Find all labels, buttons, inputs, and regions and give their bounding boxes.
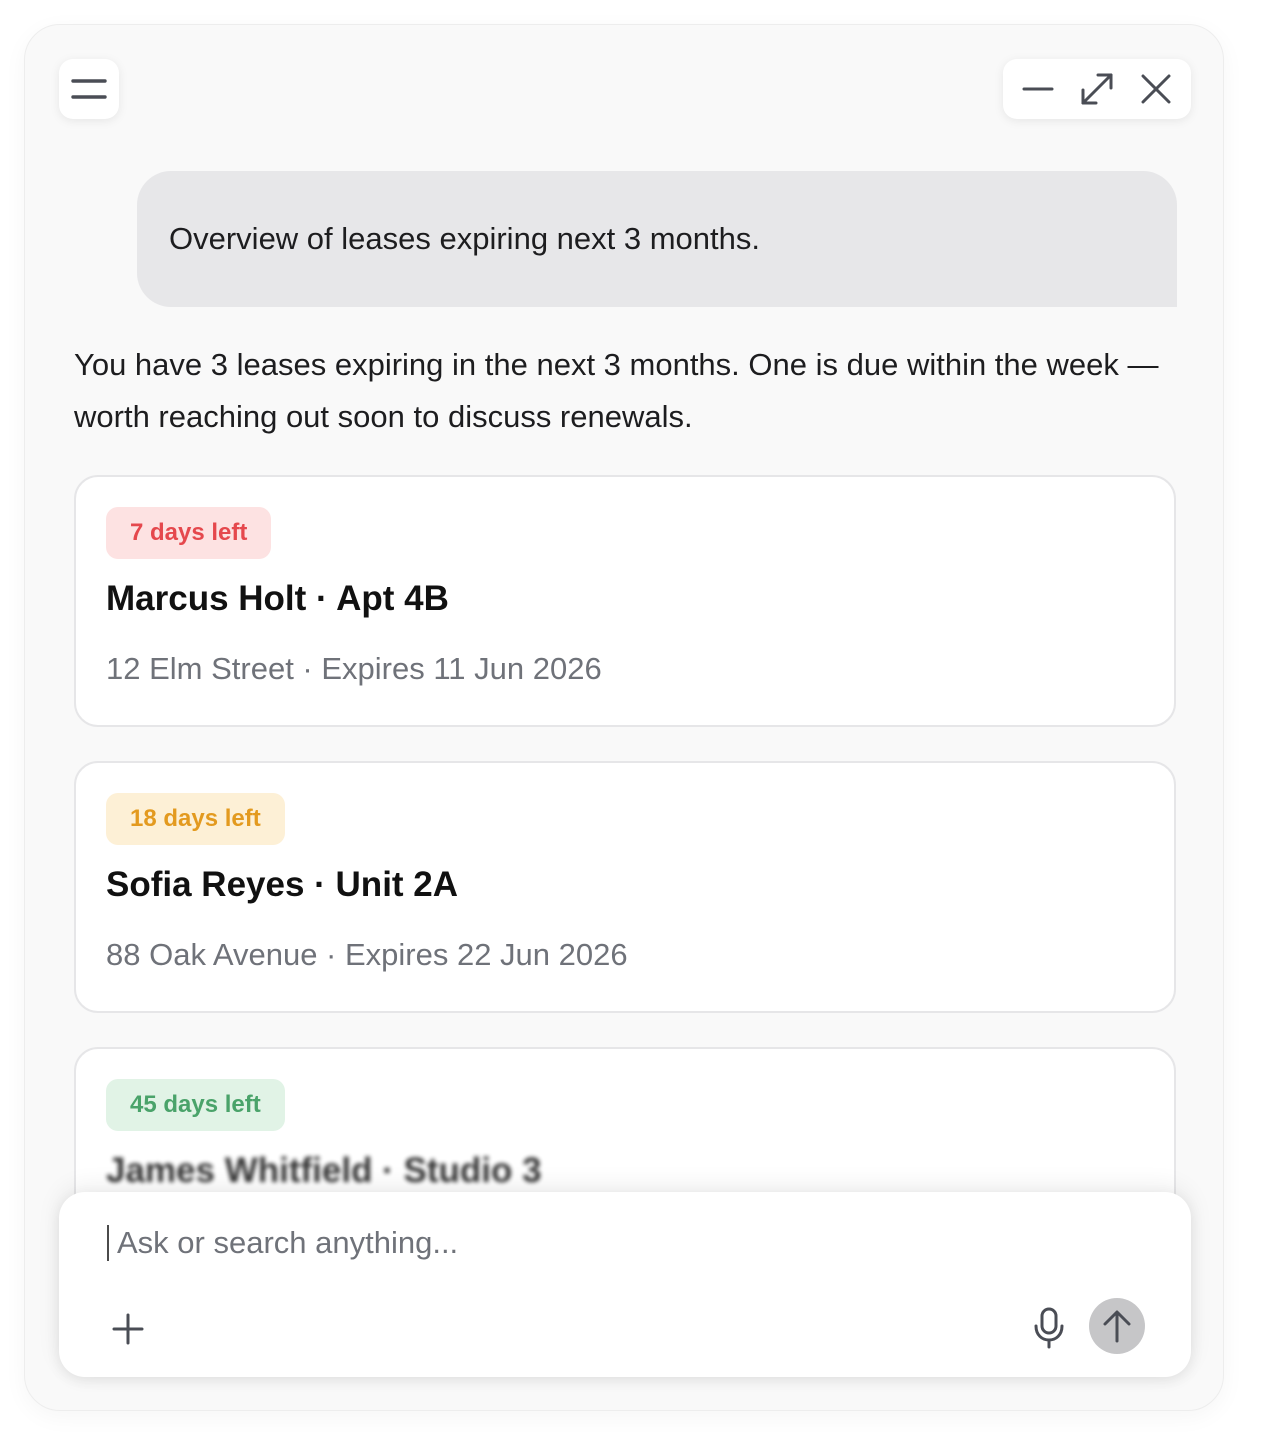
tenant-unit-title: James Whitfield · Studio 3 [106,1151,542,1190]
assistant-panel: Overview of leases expiring next 3 month… [24,24,1224,1411]
add-attachment-button[interactable] [105,1306,151,1352]
window-controls [1003,59,1191,119]
plus-icon [112,1313,144,1345]
days-left-badge: 45 days left [106,1079,285,1131]
search-input[interactable] [117,1225,1017,1261]
days-left-label: 18 days left [130,805,261,832]
lease-card[interactable]: 7 days left Marcus Holt · Apt 4B 12 Elm … [74,475,1176,727]
text-caret [107,1225,109,1261]
minimize-button[interactable] [1016,67,1060,111]
tenant-unit-title: Marcus Holt · Apt 4B [106,579,449,618]
lease-card[interactable]: 18 days left Sofia Reyes · Unit 2A 88 Oa… [74,761,1176,1013]
microphone-icon [1034,1307,1064,1349]
lease-details: 88 Oak Avenue · Expires 22 Jun 2026 [106,937,628,972]
close-icon [1141,74,1171,104]
tenant-unit-title: Sofia Reyes · Unit 2A [106,865,459,904]
hamburger-menu-icon [71,79,107,99]
menu-button[interactable] [59,59,119,119]
lease-details: 12 Elm Street · Expires 11 Jun 2026 [106,651,602,686]
expand-icon [1081,73,1113,105]
user-message-text: Overview of leases expiring next 3 month… [169,221,760,256]
message-composer [59,1192,1191,1377]
days-left-label: 7 days left [130,519,248,546]
minimize-icon [1022,87,1054,91]
close-button[interactable] [1134,67,1178,111]
days-left-label: 45 days left [130,1091,261,1118]
voice-input-button[interactable] [1025,1304,1073,1352]
expand-button[interactable] [1075,67,1119,111]
arrow-up-icon [1103,1310,1131,1343]
user-message: Overview of leases expiring next 3 month… [137,171,1177,307]
days-left-badge: 18 days left [106,793,285,845]
days-left-badge: 7 days left [106,507,272,559]
composer-input-wrapper [107,1220,1107,1266]
assistant-message: You have 3 leases expiring in the next 3… [74,347,1159,434]
send-button[interactable] [1089,1298,1145,1354]
